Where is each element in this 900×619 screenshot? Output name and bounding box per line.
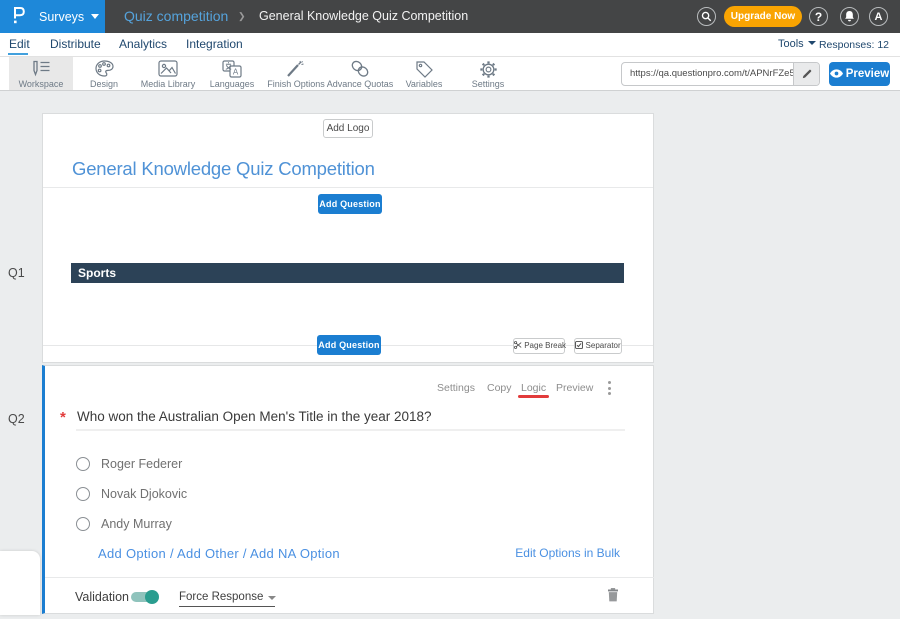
svg-text:A: A [233,68,239,77]
